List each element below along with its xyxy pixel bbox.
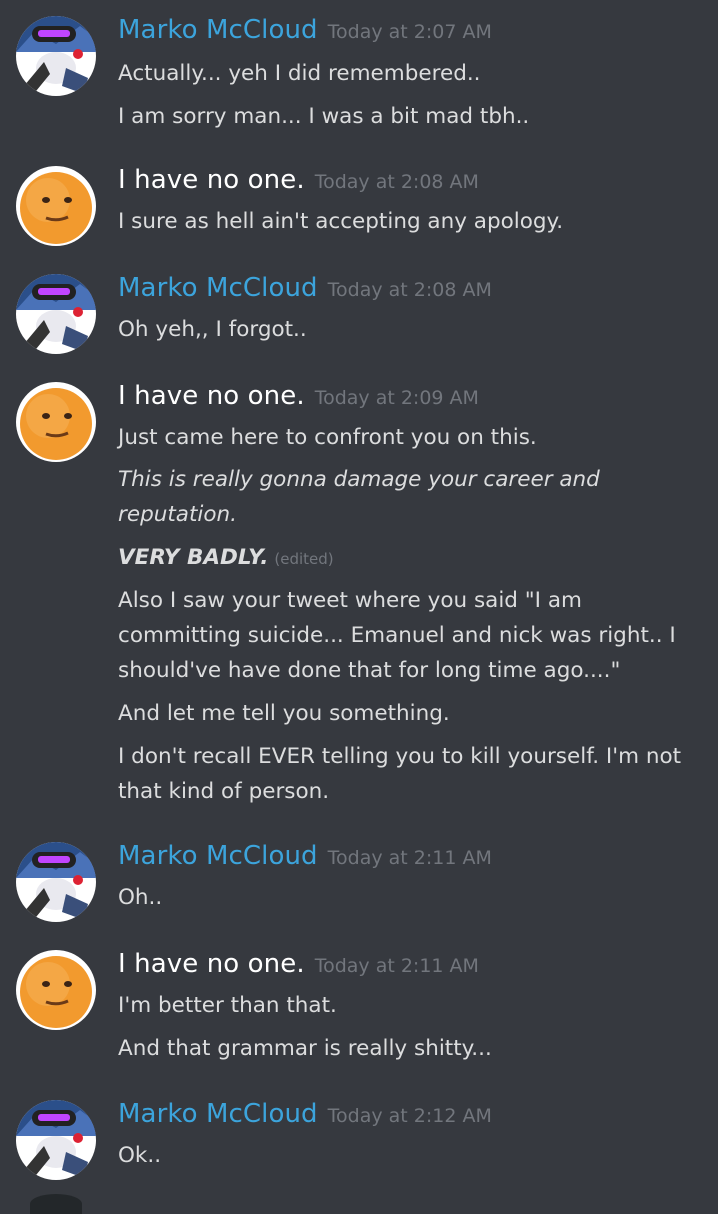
username[interactable]: I have no one. <box>118 949 305 979</box>
user-avatar[interactable] <box>16 382 96 462</box>
message-text: And that grammar is really shitty... <box>118 1036 492 1061</box>
username[interactable]: Marko McCloud <box>118 1099 318 1129</box>
user-avatar[interactable] <box>16 166 96 246</box>
message-header: I have no one. Today at 2:11 AM <box>118 942 479 986</box>
message-text: VERY BADLY. (edited) <box>118 540 708 577</box>
robot-avatar-icon <box>16 16 96 96</box>
message-text: Also I saw your tweet where you said "I … <box>118 588 676 683</box>
user-avatar[interactable] <box>16 950 96 1030</box>
timestamp: Today at 2:11 AM <box>327 847 492 869</box>
message-text: Ok.. <box>118 1143 162 1168</box>
edited-label: (edited) <box>274 550 334 568</box>
message-text: I don't recall EVER telling you to kill … <box>118 744 682 804</box>
orange-avatar-icon <box>16 166 96 246</box>
message-header: I have no one. Today at 2:08 AM <box>118 158 479 202</box>
user-avatar[interactable] <box>16 842 96 922</box>
message-text: Actually... yeh I did remembered.. <box>118 61 481 86</box>
message-text: I am sorry man... I was a bit mad tbh.. <box>118 104 530 129</box>
username[interactable]: Marko McCloud <box>118 15 318 45</box>
timestamp: Today at 2:09 AM <box>314 387 479 409</box>
message-text: I sure as hell ain't accepting any apolo… <box>118 209 564 234</box>
message-header: I have no one. Today at 2:09 AM <box>118 374 479 418</box>
message-text: Oh yeh,, I forgot.. <box>118 317 307 342</box>
message-text: This is really gonna damage your career … <box>118 467 600 527</box>
timestamp: Today at 2:12 AM <box>327 1105 492 1127</box>
robot-avatar-icon <box>16 1100 96 1180</box>
user-avatar[interactable] <box>16 16 96 96</box>
timestamp: Today at 2:08 AM <box>314 171 479 193</box>
username[interactable]: Marko McCloud <box>118 273 318 303</box>
message-text: And let me tell you something. <box>118 701 450 726</box>
timestamp: Today at 2:07 AM <box>327 21 492 43</box>
message-header: Marko McCloud Today at 2:07 AM <box>118 8 492 52</box>
orange-avatar-icon <box>16 950 96 1030</box>
username[interactable]: I have no one. <box>118 381 305 411</box>
next-avatar-partial <box>30 1194 82 1214</box>
orange-avatar-icon <box>16 382 96 462</box>
user-avatar[interactable] <box>16 1100 96 1180</box>
message-header: Marko McCloud Today at 2:08 AM <box>118 266 492 310</box>
username[interactable]: Marko McCloud <box>118 841 318 871</box>
message-text: Just came here to confront you on this. <box>118 425 537 450</box>
message-text: Oh.. <box>118 885 163 910</box>
timestamp: Today at 2:11 AM <box>314 955 479 977</box>
timestamp: Today at 2:08 AM <box>327 279 492 301</box>
message-header: Marko McCloud Today at 2:12 AM <box>118 1092 492 1136</box>
message-text: I'm better than that. <box>118 993 337 1018</box>
username[interactable]: I have no one. <box>118 165 305 195</box>
user-avatar[interactable] <box>16 274 96 354</box>
robot-avatar-icon <box>16 842 96 922</box>
chat-messages: Marko McCloud Today at 2:07 AM Actually..… <box>0 0 718 1214</box>
emphasis-text: VERY BADLY. <box>118 545 269 570</box>
message-header: Marko McCloud Today at 2:11 AM <box>118 834 492 878</box>
robot-avatar-icon <box>16 274 96 354</box>
